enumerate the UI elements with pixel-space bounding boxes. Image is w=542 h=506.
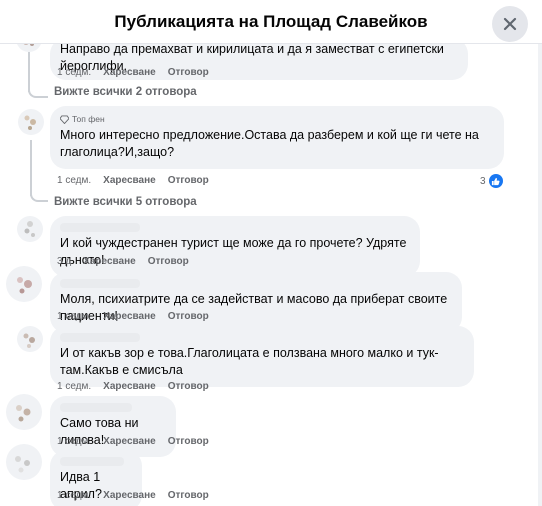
thread-curve [28, 88, 48, 98]
thread-line [30, 140, 32, 196]
comment-actions: 1 седм. Харесване Отговор [57, 67, 209, 78]
close-icon [503, 17, 517, 31]
reply-button[interactable]: Отговор [168, 490, 209, 501]
like-button[interactable]: Харесване [103, 311, 156, 322]
avatar[interactable] [17, 326, 43, 352]
comment-text: Много интересно предложение.Остава да ра… [60, 128, 479, 159]
comment-time[interactable]: 1 седм. [57, 490, 91, 501]
avatar[interactable] [6, 444, 42, 480]
comment-bubble: И кой чуждестранен турист ще може да го … [50, 216, 420, 277]
like-reaction-icon [488, 174, 503, 188]
author-name[interactable] [60, 403, 132, 412]
comment-time[interactable]: 3 д [57, 256, 71, 267]
author-name[interactable] [60, 457, 124, 466]
scrollbar[interactable] [538, 44, 542, 506]
reply-button[interactable]: Отговор [148, 256, 189, 267]
comment-actions: 3 д Харесване Отговор [57, 256, 189, 267]
like-button[interactable]: Харесване [103, 490, 156, 501]
reply-button[interactable]: Отговор [168, 67, 209, 78]
reply-button[interactable]: Отговор [168, 436, 209, 447]
author-name[interactable] [60, 333, 140, 342]
comment-bubble: Топ фен Много интересно предложение.Оста… [50, 106, 504, 169]
reaction-number: 3 [480, 175, 486, 187]
comment-actions: 1 седм. Харесване Отговор [57, 490, 209, 501]
dialog-header: Публикацията на Площад Славейков [0, 0, 542, 44]
comment-bubble: Моля, психиатрите да се задействат и мас… [50, 272, 462, 333]
avatar[interactable] [18, 109, 44, 135]
comment-text: И от какъв зор е това.Глаголицата е полз… [60, 346, 439, 377]
comment-time[interactable]: 1 седм. [57, 67, 91, 78]
reply-button[interactable]: Отговор [168, 381, 209, 392]
top-fan-badge: Топ фен [60, 113, 494, 125]
close-button[interactable] [492, 6, 528, 42]
comment-time[interactable]: 1 седм. [57, 436, 91, 447]
dialog-title: Публикацията на Площад Славейков [114, 12, 428, 31]
like-button[interactable]: Харесване [103, 67, 156, 78]
like-button[interactable]: Харесване [83, 256, 136, 267]
comment-time[interactable]: 1 седм. [57, 311, 91, 322]
avatar[interactable] [17, 216, 43, 242]
comment-bubble: Само това ни липсва! [50, 396, 176, 457]
avatar[interactable] [6, 394, 42, 430]
avatar[interactable] [6, 266, 42, 302]
reply-button[interactable]: Отговор [168, 175, 209, 186]
diamond-icon [60, 114, 69, 124]
view-replies-link[interactable]: Вижте всички 2 отговора [54, 86, 197, 98]
reaction-count[interactable]: 3 [480, 174, 503, 188]
author-name[interactable] [60, 223, 140, 232]
author-name[interactable] [60, 279, 140, 288]
comment-time[interactable]: 1 седм. [57, 381, 91, 392]
like-button[interactable]: Харесване [103, 436, 156, 447]
like-button[interactable]: Харесване [103, 175, 156, 186]
view-replies-link[interactable]: Вижте всички 5 отговора [54, 196, 197, 208]
thread-line [28, 52, 30, 92]
comment-time[interactable]: 1 седм. [57, 175, 91, 186]
comment-actions: 1 седм. Харесване Отговор [57, 381, 209, 392]
avatar[interactable] [16, 44, 42, 52]
comment-actions: 1 седм. Харесване Отговор [57, 311, 209, 322]
comments-list[interactable]: Направо да премахват и кирилицата и да я… [0, 44, 542, 506]
like-button[interactable]: Харесване [103, 381, 156, 392]
comment-actions: 1 седм. Харесване Отговор [57, 436, 209, 447]
comment-bubble: И от какъв зор е това.Глаголицата е полз… [50, 326, 474, 387]
reply-button[interactable]: Отговор [168, 311, 209, 322]
thread-curve [30, 192, 48, 202]
comment-actions: 1 седм. Харесване Отговор [57, 175, 209, 186]
top-fan-label: Топ фен [72, 113, 105, 124]
